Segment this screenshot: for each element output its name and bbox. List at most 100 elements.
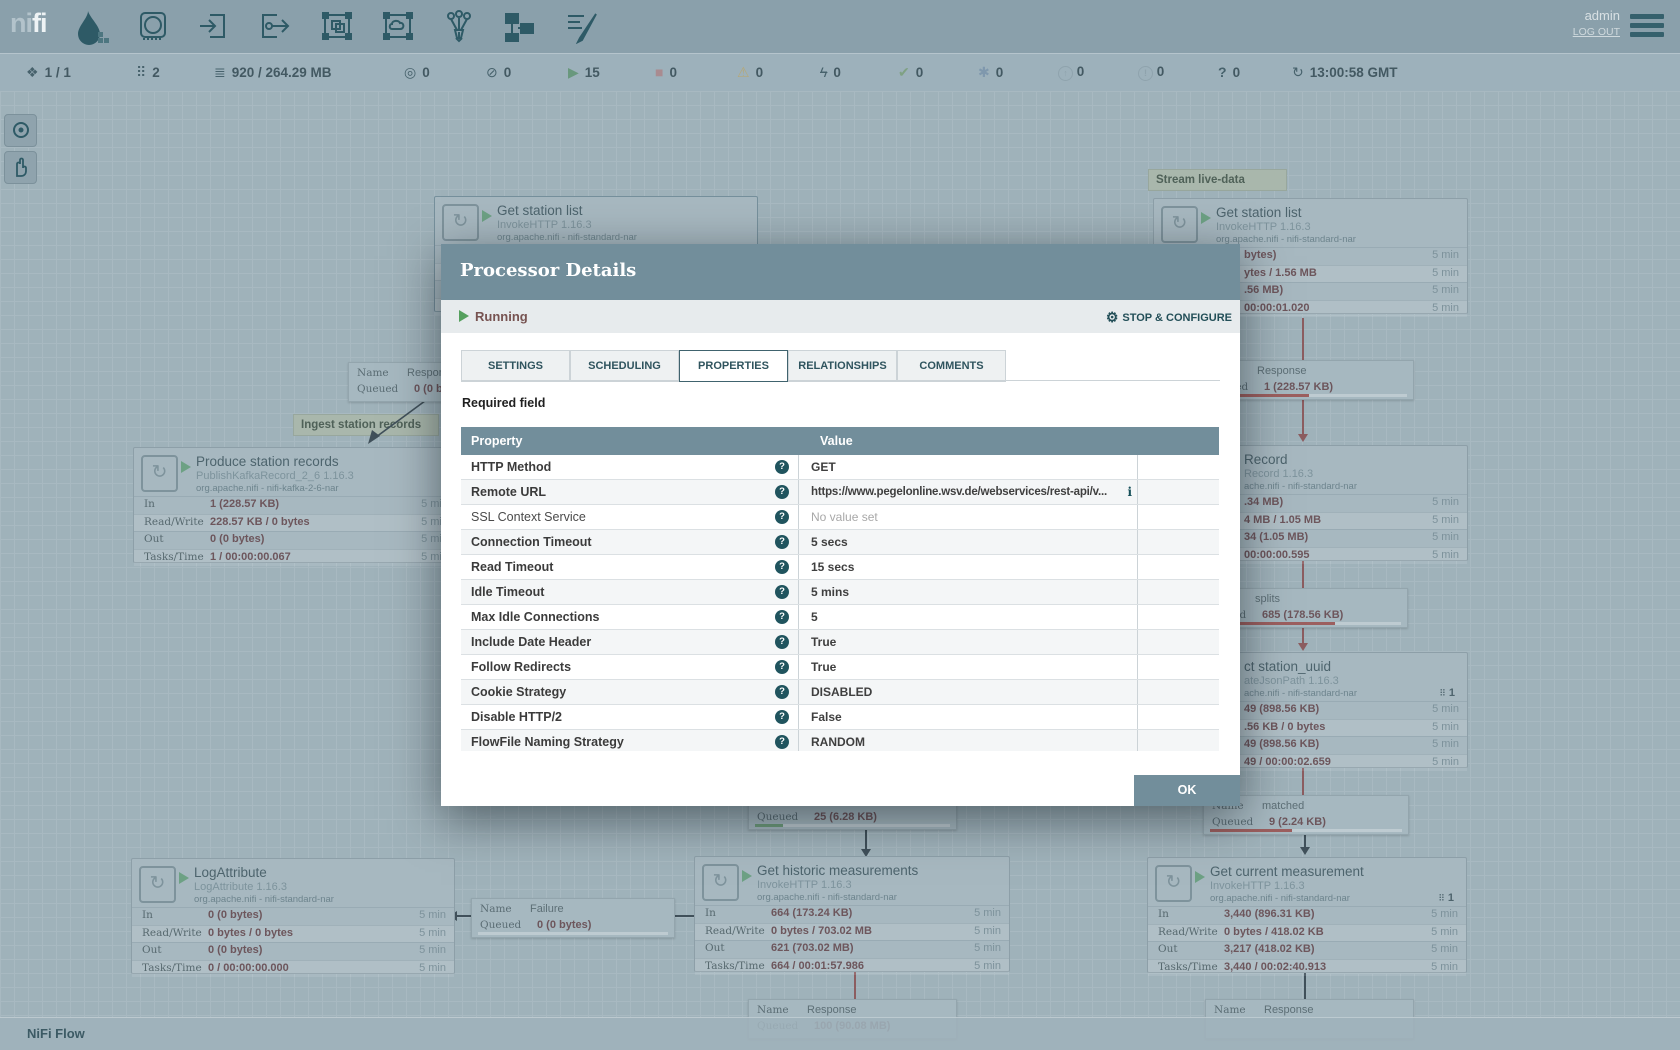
tab-relationships[interactable]: RELATIONSHIPS (788, 350, 897, 382)
arrowhead (1298, 434, 1308, 442)
running-icon (181, 461, 191, 473)
dialog-header: Processor Details (441, 244, 1240, 300)
running-icon (1195, 871, 1205, 883)
status-queued: ≣920 / 264.29 MB (214, 64, 332, 81)
processor-type: Record 1.16.3 (1244, 468, 1313, 480)
status-running: ▶15 (568, 64, 600, 81)
property-row[interactable]: HTTP Method? GET (461, 455, 1219, 480)
drag-funnel-icon[interactable] (442, 10, 476, 44)
processor-logattribute[interactable]: ↻ LogAttribute LogAttribute 1.16.3 org.a… (131, 858, 455, 974)
help-icon[interactable]: ? (775, 610, 789, 624)
property-row[interactable]: Remote URL? https://www.pegelonline.wsv.… (461, 480, 1219, 505)
processor-icon: ↻ (141, 455, 178, 492)
help-icon[interactable]: ? (775, 485, 789, 499)
help-icon[interactable]: ? (775, 535, 789, 549)
processor-title: LogAttribute (194, 865, 267, 880)
processor-icon: ↻ (1155, 865, 1192, 902)
global-menu-icon[interactable] (1630, 14, 1664, 37)
property-row[interactable]: Disable HTTP/2? False (461, 705, 1219, 730)
status-refresh[interactable]: ↻13:00:58 GMT (1292, 64, 1398, 81)
processor-title: Get station list (1216, 205, 1302, 220)
drag-label-icon[interactable] (564, 10, 598, 44)
drag-processor-icon[interactable] (137, 10, 171, 44)
stop-and-configure-button[interactable]: ⚙STOP & CONFIGURE (1106, 309, 1232, 326)
stopped-icon: ■ (655, 64, 663, 80)
processor-title: Record (1244, 452, 1288, 467)
help-icon[interactable]: ? (775, 460, 789, 474)
tab-properties[interactable]: PROPERTIES (679, 350, 788, 382)
processor-get-current-measurement[interactable]: ↻ Get current measurement InvokeHTTP 1.1… (1147, 857, 1467, 973)
connection-line (673, 915, 694, 917)
help-icon[interactable]: ? (775, 635, 789, 649)
logout-link[interactable]: LOG OUT (1573, 26, 1620, 38)
status-stopped: ■0 (655, 64, 677, 80)
property-row[interactable]: FlowFile Naming Strategy? RANDOM (461, 730, 1219, 751)
disabled-icon: ϟ (820, 64, 827, 80)
active-threads-badge: ⠿1 (1439, 687, 1455, 699)
help-icon[interactable]: ? (775, 735, 789, 749)
property-row[interactable]: Idle Timeout? 5 mins (461, 580, 1219, 605)
help-icon[interactable]: ? (775, 685, 789, 699)
current-user: admin (1573, 8, 1620, 23)
processor-bundle: org.apache.nifi - nifi-standard-nar (757, 892, 897, 903)
processor-get-historic-measurements[interactable]: ↻ Get historic measurements InvokeHTTP 1… (694, 856, 1010, 972)
help-icon[interactable]: ? (775, 660, 789, 674)
property-row[interactable]: SSL Context Service? No value set (461, 505, 1219, 530)
processor-bundle: ache.nifi - nifi-standard-nar (1244, 688, 1357, 699)
processor-bundle: org.apache.nifi - nifi-standard-nar (497, 232, 637, 243)
up-to-date-icon: ✔ (898, 64, 910, 80)
label-stream-live-data[interactable]: Stream live-data (1148, 169, 1287, 191)
nifi-drop-icon (74, 8, 110, 46)
tab-scheduling[interactable]: SCHEDULING (570, 350, 679, 382)
hand-tool-button[interactable] (4, 151, 37, 184)
nifi-logo: nifi (10, 8, 47, 39)
help-icon[interactable]: ? (775, 560, 789, 574)
processor-title: Get current measurement (1210, 864, 1364, 879)
status-bar: ❖1 / 1 ⠿2 ≣920 / 264.29 MB ◎0 ⊘0 ▶15 ■0 … (0, 53, 1680, 92)
processor-icon: ↻ (442, 204, 479, 241)
processor-bundle: org.apache.nifi - nifi-kafka-2-6-nar (196, 483, 339, 494)
processor-type: InvokeHTTP 1.16.3 (1216, 221, 1311, 233)
connection-label-failure[interactable]: NameFailure Queued0 (0 bytes) (471, 898, 675, 938)
drag-template-icon[interactable] (503, 10, 537, 44)
processor-type: PublishKafkaRecord_2_6 1.16.3 (196, 470, 354, 482)
tab-settings[interactable]: SETTINGS (461, 350, 570, 382)
help-icon[interactable]: ? (775, 710, 789, 724)
info-icon[interactable]: i (1127, 480, 1132, 504)
threads-icon: ⠿ (1439, 688, 1446, 698)
drag-output-port-icon[interactable] (259, 10, 293, 44)
drag-remote-process-group-icon[interactable] (381, 10, 415, 44)
queued-icon: ≣ (214, 64, 226, 80)
property-row[interactable]: Max Idle Connections? 5 (461, 605, 1219, 630)
queue-size-bar (478, 932, 668, 935)
drag-input-port-icon[interactable] (198, 10, 232, 44)
locally-modified-icon: ✱ (978, 64, 990, 80)
status-up-to-date: ✔0 (898, 64, 923, 81)
status-cluster: ❖1 / 1 (26, 64, 71, 81)
queue-size-bar (755, 824, 950, 827)
property-row[interactable]: Read Timeout? 15 secs (461, 555, 1219, 580)
property-row[interactable]: Follow Redirects? True (461, 655, 1219, 680)
status-transmitting: ◎0 (404, 64, 430, 81)
processor-title: Get historic measurements (757, 863, 918, 878)
drag-process-group-icon[interactable] (320, 10, 354, 44)
target-tool-button[interactable] (4, 114, 37, 147)
processor-icon: ↻ (1161, 206, 1198, 243)
help-icon[interactable]: ? (775, 585, 789, 599)
tab-comments[interactable]: COMMENTS (897, 350, 1006, 382)
property-row[interactable]: Connection Timeout? 5 secs (461, 530, 1219, 555)
required-field-note: Required field (462, 396, 545, 410)
breadcrumb[interactable]: NiFi Flow (27, 1026, 85, 1041)
status-locally-modified-stale: ! 0 (1138, 64, 1164, 81)
user-area: admin LOG OUT (1573, 8, 1620, 38)
ok-button[interactable]: OK (1134, 775, 1240, 806)
connection-line (456, 915, 471, 917)
processor-produce-station-records[interactable]: ↻ Produce station records PublishKafkaRe… (133, 447, 457, 563)
threads-icon: ⠿ (1438, 893, 1445, 903)
processor-type: ateJsonPath 1.16.3 (1244, 675, 1339, 687)
help-icon[interactable]: ? (775, 510, 789, 524)
property-row[interactable]: Cookie Strategy? DISABLED (461, 680, 1219, 705)
property-row[interactable]: Include Date Header? True (461, 630, 1219, 655)
status-not-transmitting: ⊘0 (486, 64, 511, 81)
processor-title: Produce station records (196, 454, 339, 469)
